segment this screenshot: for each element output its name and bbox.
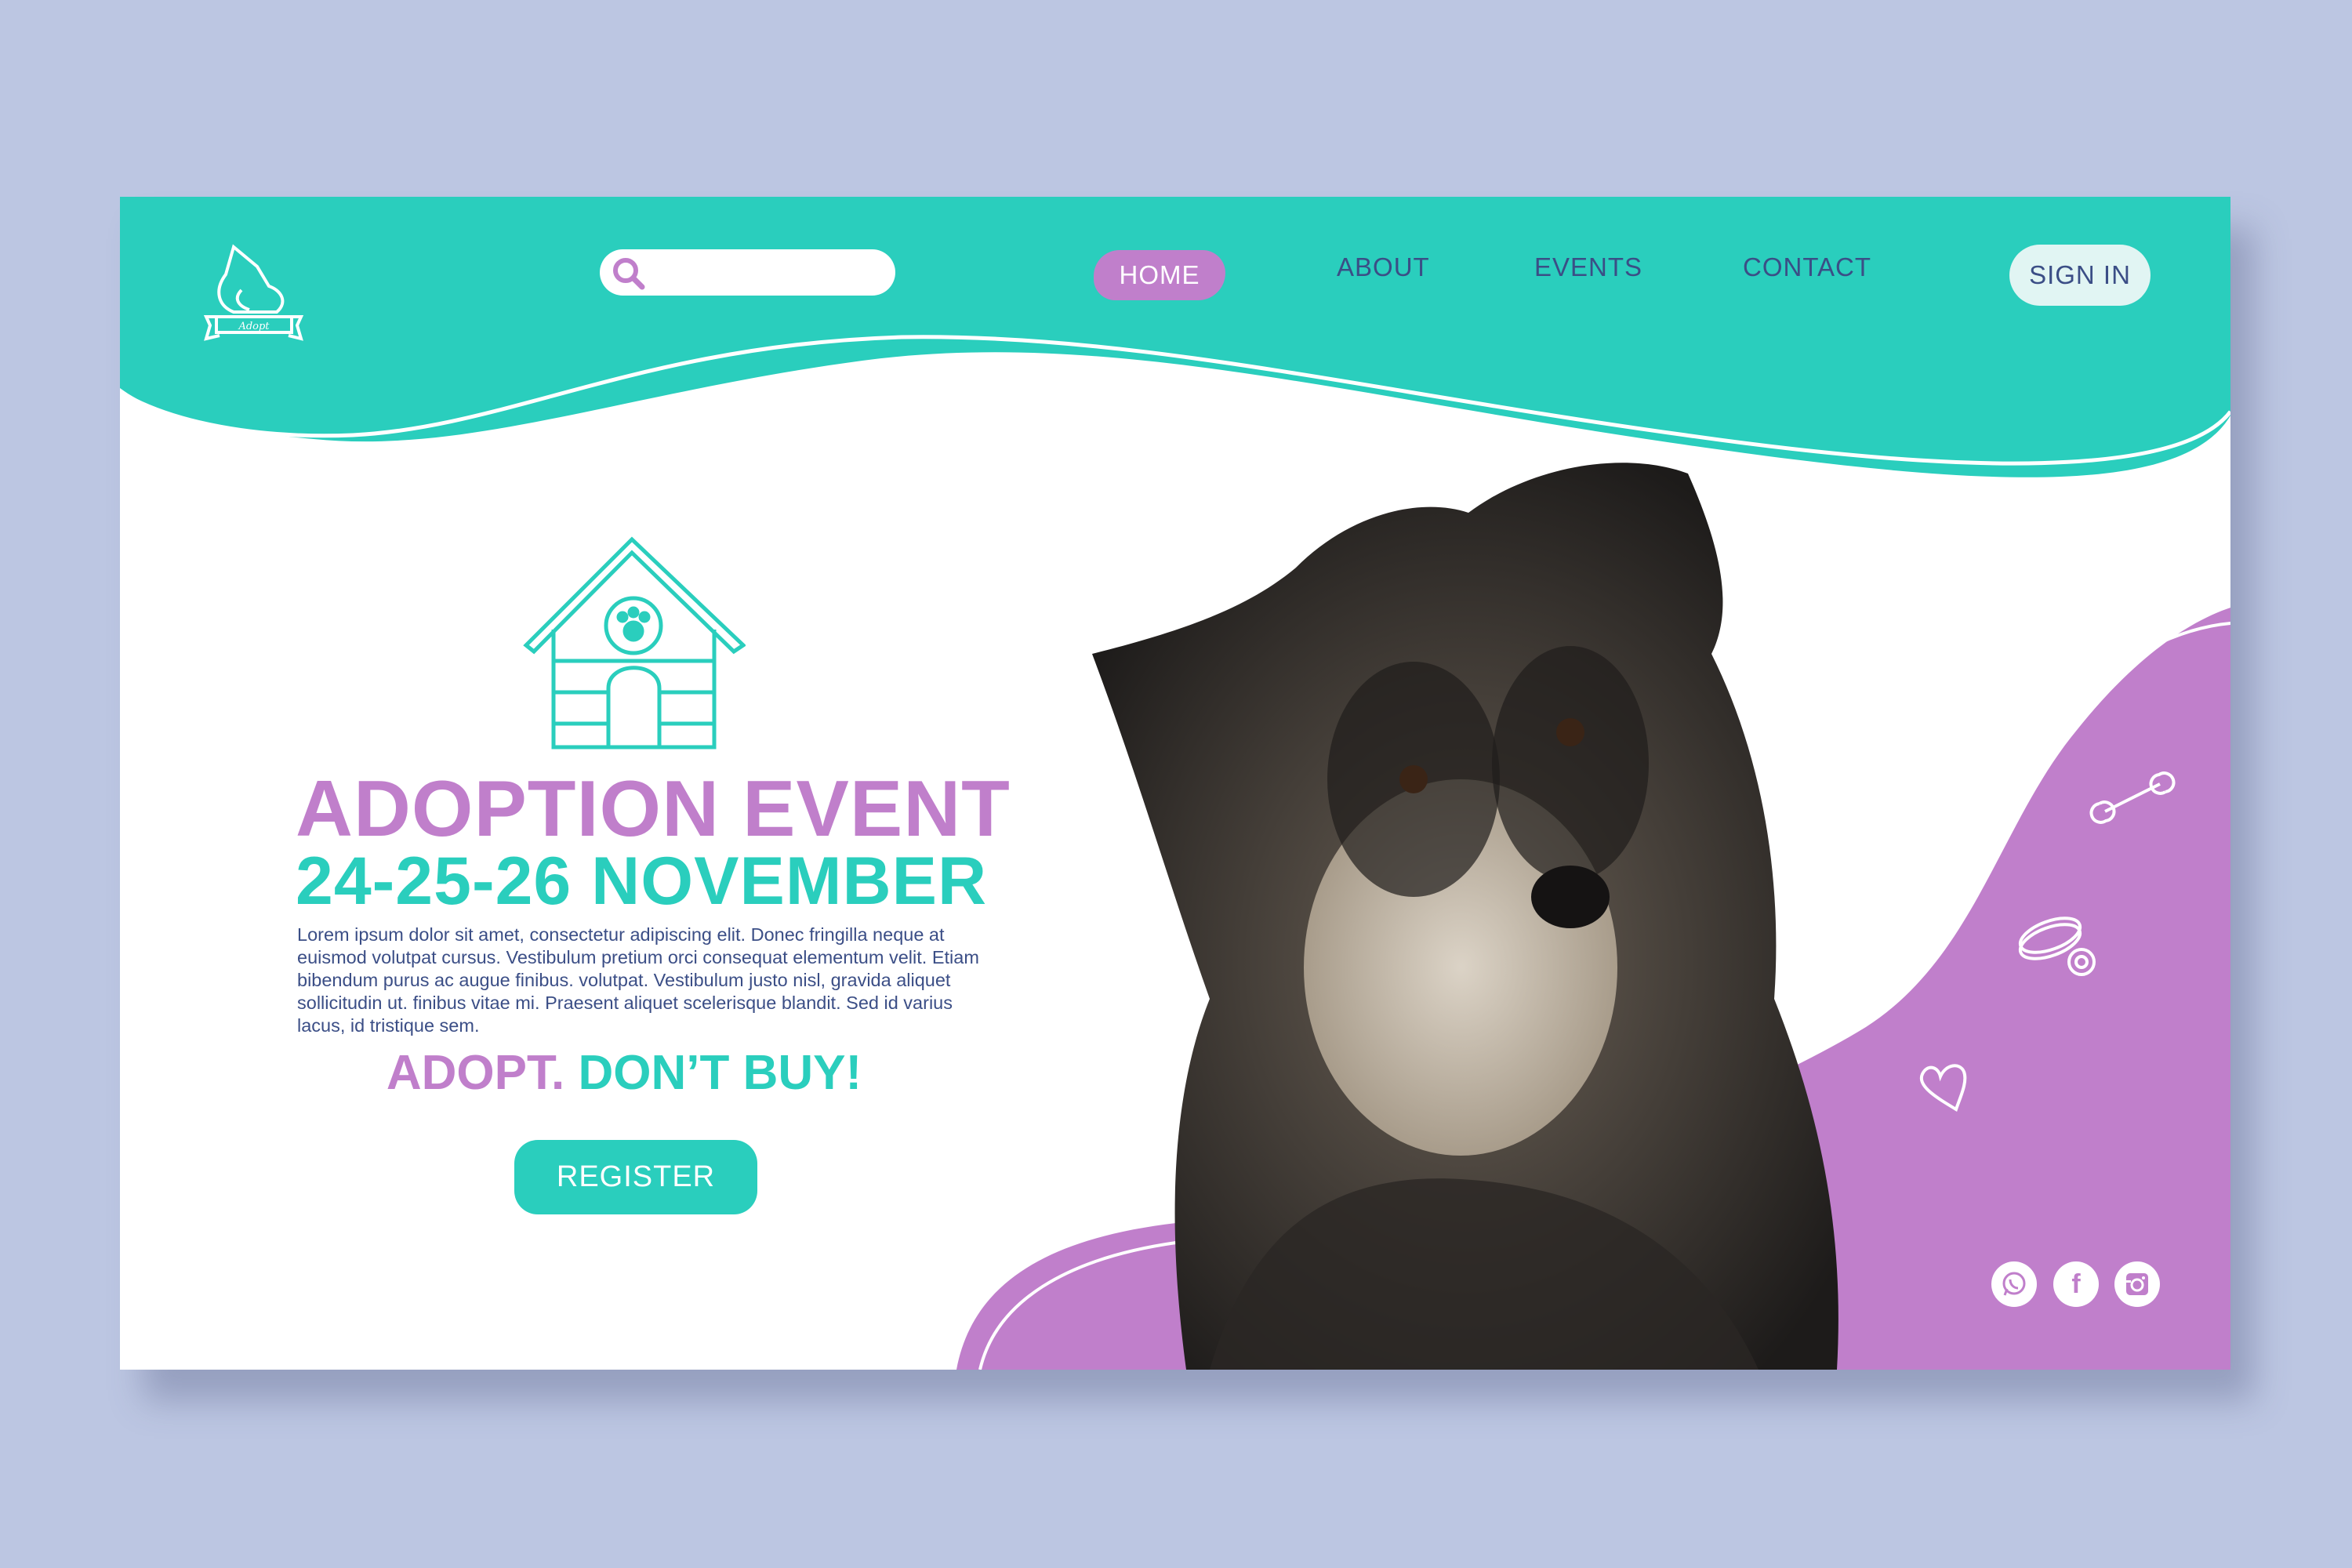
doghouse-icon [523, 536, 746, 750]
svg-text:Adopt: Adopt [238, 321, 270, 332]
slogan-part-1: ADOPT. [386, 1046, 565, 1100]
instagram-button[interactable] [2114, 1261, 2160, 1307]
event-title: ADOPTION EVENT [296, 765, 1011, 853]
facebook-button[interactable]: f [2053, 1261, 2099, 1307]
search-input[interactable] [600, 249, 895, 296]
dog-photo [1092, 463, 1838, 1370]
slogan: ADOPT. DON’T BUY! [298, 1045, 950, 1101]
heart-icon [1919, 1064, 1967, 1112]
sign-in-button[interactable]: SIGN IN [2009, 245, 2151, 306]
nav-events[interactable]: EVENTS [1534, 252, 1642, 282]
adopt-logo[interactable]: Adopt [202, 243, 304, 347]
facebook-icon: f [2071, 1269, 2081, 1299]
collar-icon [2018, 916, 2096, 976]
slogan-part-2: DON’T BUY! [578, 1046, 862, 1100]
whatsapp-button[interactable] [1991, 1261, 2037, 1307]
whatsapp-icon [2002, 1272, 2026, 1296]
search-icon [613, 258, 645, 290]
register-button[interactable]: REGISTER [514, 1140, 757, 1214]
header-wave [120, 197, 2230, 477]
nav-home[interactable]: HOME [1094, 250, 1225, 300]
bone-icon [2089, 771, 2176, 824]
event-dates: 24-25-26 NOVEMBER [296, 844, 988, 919]
event-description: Lorem ipsum dolor sit amet, consectetur … [297, 924, 979, 1036]
nav-contact[interactable]: CONTACT [1743, 252, 1871, 282]
nav-about[interactable]: ABOUT [1337, 252, 1430, 282]
instagram-icon [2126, 1273, 2148, 1295]
